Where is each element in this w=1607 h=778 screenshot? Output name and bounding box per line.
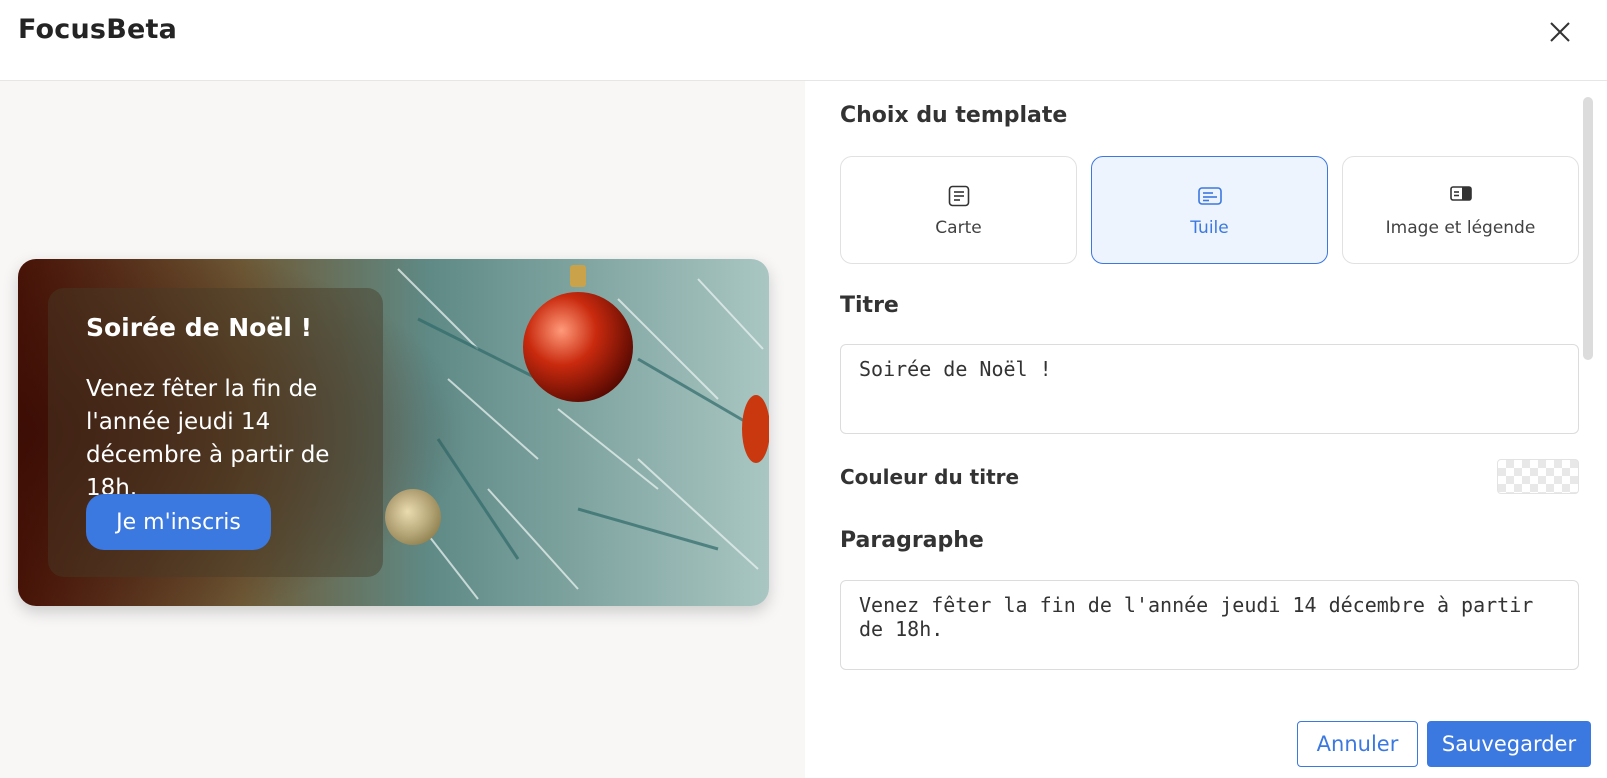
title-color-picker[interactable]	[1497, 459, 1579, 494]
template-option-label: Carte	[935, 218, 982, 238]
save-button[interactable]: Sauvegarder	[1427, 721, 1591, 767]
title-color-label: Couleur du titre	[840, 465, 1020, 489]
template-option-tuile[interactable]: Tuile	[1091, 156, 1328, 264]
template-option-label: Image et légende	[1385, 218, 1536, 238]
settings-scrollbar[interactable]	[1583, 97, 1593, 360]
preview-pane: Soirée de Noël ! Venez fêter la fin de l…	[0, 81, 805, 778]
card-template-icon	[947, 184, 971, 212]
cancel-button[interactable]: Annuler	[1297, 721, 1418, 767]
paragraph-input[interactable]: Venez fêter la fin de l'année jeudi 14 d…	[840, 580, 1579, 670]
template-option-image-legende[interactable]: Image et légende	[1342, 156, 1579, 264]
title-input[interactable]: Soirée de Noël !	[840, 344, 1579, 434]
dialog-header: FocusBeta	[0, 0, 1607, 81]
template-option-label: Tuile	[1190, 218, 1229, 238]
app-title: FocusBeta	[18, 14, 178, 45]
tile-text: Venez fêter la fin de l'année jeudi 14 d…	[86, 376, 330, 501]
paragraph-section-label: Paragraphe	[840, 528, 984, 553]
tile-title: Soirée de Noël !	[86, 313, 312, 342]
template-section-label: Choix du template	[840, 103, 1068, 128]
image-caption-template-icon	[1449, 184, 1473, 208]
close-button[interactable]	[1542, 14, 1578, 50]
tile-template-icon	[1197, 184, 1223, 212]
title-section-label: Titre	[840, 293, 899, 318]
template-option-carte[interactable]: Carte	[840, 156, 1077, 264]
tile-cta-button[interactable]: Je m'inscris	[86, 494, 271, 550]
close-icon	[1550, 22, 1570, 42]
preview-tile-card: Soirée de Noël ! Venez fêter la fin de l…	[18, 259, 769, 606]
